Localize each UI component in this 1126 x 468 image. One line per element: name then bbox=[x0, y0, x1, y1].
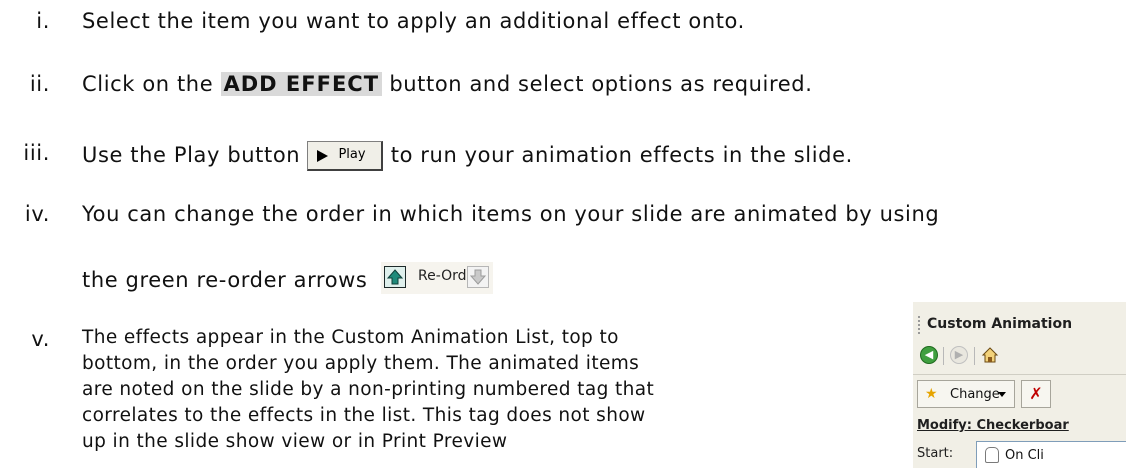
nav-divider bbox=[943, 347, 944, 365]
step-3-number: iii. bbox=[23, 141, 50, 165]
home-icon[interactable] bbox=[981, 346, 999, 364]
step-1-text: Select the item you want to apply an add… bbox=[82, 9, 745, 33]
custom-animation-panel: Custom Animation ◀ ▶ ★ Change ✗ Modify: … bbox=[913, 302, 1126, 468]
change-button[interactable]: ★ Change bbox=[917, 380, 1015, 408]
step-3-pre: Use the Play button bbox=[82, 143, 308, 167]
add-effect-label: ADD EFFECT bbox=[220, 72, 383, 96]
panel-nav: ◀ ▶ bbox=[918, 345, 1126, 369]
arrow-up-icon[interactable] bbox=[384, 266, 406, 288]
panel-toolbar: ★ Change ✗ bbox=[913, 374, 1126, 413]
remove-button[interactable]: ✗ bbox=[1021, 380, 1051, 408]
step-5-line: bottom, in the order you apply them. The… bbox=[82, 353, 640, 374]
step-4-number: iv. bbox=[24, 202, 50, 226]
step-5-line: correlates to the effects in the list. T… bbox=[82, 405, 646, 426]
step-5-line: are noted on the slide by a non-printing… bbox=[82, 379, 655, 400]
play-button[interactable]: Play bbox=[307, 141, 384, 171]
arrow-down-icon[interactable] bbox=[467, 266, 489, 288]
modify-label: Modify: Checkerboar bbox=[917, 418, 1069, 433]
step-2-number: ii. bbox=[29, 72, 50, 96]
start-label: Start: bbox=[917, 446, 954, 461]
step-2-pre: Click on the bbox=[82, 72, 221, 96]
back-arrow-icon[interactable]: ◀ bbox=[920, 346, 938, 364]
play-triangle-icon bbox=[317, 150, 329, 162]
grip-handle[interactable] bbox=[918, 316, 920, 334]
change-button-label: Change bbox=[950, 387, 1000, 402]
start-select[interactable]: On Cli bbox=[976, 441, 1126, 468]
step-5-number: v. bbox=[31, 327, 50, 351]
step-5-line: The effects appear in the Custom Animati… bbox=[82, 327, 619, 348]
star-icon: ★ bbox=[925, 386, 938, 402]
mouse-icon bbox=[985, 447, 999, 463]
step-2-post: button and select options as required. bbox=[382, 72, 813, 96]
step-3-text: Use the Play button Play to run your ani… bbox=[82, 139, 853, 171]
step-4-line2: the green re-order arrows bbox=[82, 268, 368, 292]
play-button-label: Play bbox=[338, 147, 366, 162]
panel-title: Custom Animation bbox=[927, 316, 1073, 332]
step-5-text: The effects appear in the Custom Animati… bbox=[82, 325, 782, 455]
forward-arrow-icon[interactable]: ▶ bbox=[950, 346, 968, 364]
step-3-post: to run your animation effects in the sli… bbox=[383, 143, 853, 167]
chevron-down-icon bbox=[998, 392, 1006, 397]
step-1-number: i. bbox=[36, 9, 50, 33]
step-2-text: Click on the ADD EFFECT button and selec… bbox=[82, 70, 813, 98]
step-4-line1: You can change the order in which items … bbox=[82, 202, 940, 226]
step-5-line: up in the slide show view or in Print Pr… bbox=[82, 431, 508, 452]
start-select-value: On Cli bbox=[1005, 448, 1044, 463]
reorder-control: Re-Order bbox=[381, 262, 493, 294]
nav-divider bbox=[974, 347, 975, 365]
